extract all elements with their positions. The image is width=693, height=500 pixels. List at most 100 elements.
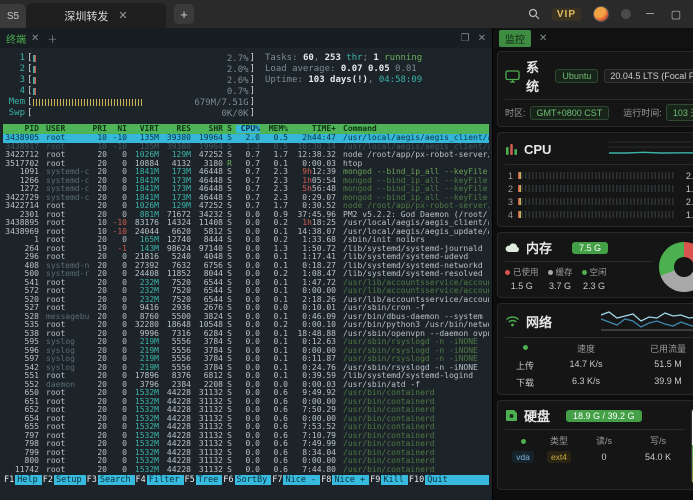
- process-row[interactable]: 3438905 root 10 -10 135M 39380 19964 S 2.0 0.5 2h4…: [3, 134, 489, 143]
- tab-monitor[interactable]: 监控: [499, 29, 531, 47]
- column-header[interactable]: VIRT: [129, 125, 159, 134]
- column-header[interactable]: Command: [338, 125, 489, 134]
- fkey[interactable]: F1: [3, 475, 15, 485]
- avatar[interactable]: [593, 6, 609, 22]
- process-row[interactable]: 651 root 20 0 1532M 44228 31132 S 0.0 0.6 0:00.00/…: [3, 398, 489, 407]
- disk-col-type: 类型: [549, 436, 568, 446]
- column-header[interactable]: PID: [3, 125, 39, 134]
- new-session-button[interactable]: +: [174, 4, 194, 24]
- fkey[interactable]: F5: [184, 475, 196, 485]
- column-header[interactable]: CPU%: [236, 124, 260, 134]
- new-terminal-icon[interactable]: ＋: [47, 31, 57, 46]
- fkey-label[interactable]: Tree: [195, 475, 223, 485]
- process-row[interactable]: 3438969 root 10 -10 24044 6620 5812 S 0.0 0.1 14:3…: [3, 228, 489, 237]
- process-table-header[interactable]: PID USER PRI NI VIRT RES SHR S CPU% MEM% TIME+ Comm…: [3, 124, 489, 134]
- process-row[interactable]: 408 systemd-n 20 0 27392 7632 6756 S 0.0 0.1 0:18.…: [3, 262, 489, 271]
- minimize-icon[interactable]: ─: [643, 8, 657, 20]
- fkey-label[interactable]: Search: [97, 475, 135, 485]
- process-row[interactable]: 596 syslog 20 0 219M 5556 3784 S 0.0 0.1 0:00.00/u…: [3, 347, 489, 356]
- process-row[interactable]: 11742 root 20 0 1532M 44228 31132 S 0.0 0.6 7:44.8…: [3, 466, 489, 475]
- process-row[interactable]: 264 root 19 -1 143M 98624 97140 S 0.0 1.3 1:50.72/…: [3, 245, 489, 254]
- process-row[interactable]: 800 root 20 0 1532M 44228 31132 S 0.0 0.6 0:00.00/…: [3, 457, 489, 466]
- close-session-tab-icon[interactable]: ✕: [118, 9, 127, 22]
- fkey[interactable]: F4: [135, 475, 147, 485]
- process-row[interactable]: 541 root 20 0 232M 7520 6544 S 0.0 0.1 1:47.72/usr…: [3, 279, 489, 288]
- search-icon[interactable]: [528, 8, 540, 20]
- process-row[interactable]: 1272 systemd-c 20 0 1841M 173M 46448 S 0.7 2.3 5h5…: [3, 185, 489, 194]
- process-row[interactable]: 528 messagebu 20 0 8760 5500 3824 S 0.0 0.1 0:46.0…: [3, 313, 489, 322]
- process-row[interactable]: 538 root 20 0 9996 7316 6284 S 0.0 0.1 18:48.88/us…: [3, 330, 489, 339]
- process-row[interactable]: 597 syslog 20 0 219M 5556 3784 S 0.0 0.1 0:11.87/u…: [3, 355, 489, 364]
- process-row[interactable]: 798 root 20 0 1532M 44228 31132 S 0.0 0.6 7:49.99/…: [3, 440, 489, 449]
- process-row[interactable]: 296 root 20 0 21816 5240 4048 S 0.0 0.1 1:17.41/li…: [3, 253, 489, 262]
- terminal-screen[interactable]: 1[2.7%] 2[2.0%] 3[2.6%] 4[0.7%] Mem[ 679M/7…: [0, 48, 492, 500]
- network-card: 网络 速度 已用流量 上传 14.7 K/s 51.5 M 下载 6.3 K/s 39.9 M: [497, 303, 693, 395]
- process-row[interactable]: 595 syslog 20 0 219M 5556 3784 S 0.0 0.1 0:12.63/u…: [3, 338, 489, 347]
- fkey[interactable]: F6: [222, 475, 234, 485]
- process-row[interactable]: 500 systemd-r 20 0 24408 11852 8044 S 0.0 0.2 1:08…: [3, 270, 489, 279]
- column-header[interactable]: TIME+: [290, 125, 336, 134]
- vip-badge[interactable]: VIP: [551, 7, 581, 21]
- process-row[interactable]: 1091 systemd-c 20 0 1841M 173M 46448 S 0.7 2.3 9h1…: [3, 168, 489, 177]
- column-header[interactable]: RES: [161, 125, 191, 134]
- memory-legend-item: 空闲 2.3 G: [581, 267, 607, 291]
- fkey-label[interactable]: Nice +: [332, 475, 370, 485]
- process-row[interactable]: 1266 systemd-c 20 0 1841M 173M 46448 S 0.7 2.3 1h0…: [3, 177, 489, 186]
- process-row[interactable]: 1 root 20 0 165M 12740 8444 S 0.0 0.2 1:33.68/sbin…: [3, 236, 489, 245]
- process-row[interactable]: 3422729 systemd-c 20 0 1841M 173M 46448 S 0.7 2.3…: [3, 194, 489, 203]
- close-terminal-tab-icon[interactable]: ✕: [31, 33, 39, 44]
- disk-device-badge: vda: [512, 451, 534, 463]
- fkey[interactable]: F7: [271, 475, 283, 485]
- process-row[interactable]: 3422712 root 20 0 1026M 129M 47252 S 0.7 1.7 12:38…: [3, 151, 489, 160]
- column-header[interactable]: SHR: [193, 125, 223, 134]
- notification-icon[interactable]: [621, 9, 631, 19]
- process-row[interactable]: 572 root 20 0 232M 7520 6544 S 0.0 0.1 0:00.00/usr…: [3, 287, 489, 296]
- process-row[interactable]: 655 root 20 0 1532M 44228 31132 S 0.0 0.6 7:53.52/…: [3, 423, 489, 432]
- cpu-core-row: 41.0 %: [507, 209, 693, 220]
- fkey-label[interactable]: Nice -: [283, 475, 321, 485]
- process-row[interactable]: 551 root 20 0 17896 8376 6812 S 0.0 0.1 0:39.59/li…: [3, 372, 489, 381]
- process-row[interactable]: 799 root 20 0 1532M 44228 31132 S 0.0 0.6 8:34.04/…: [3, 449, 489, 458]
- uptime-line: Uptime: 103 days(!), 04:58:09: [265, 75, 423, 85]
- column-header[interactable]: MEM%: [262, 125, 288, 134]
- session-tab-active[interactable]: 深圳转发 ✕: [26, 3, 166, 28]
- fkey-label[interactable]: Quit: [425, 475, 452, 485]
- fkey-label[interactable]: Help: [15, 475, 42, 485]
- close-pane-icon[interactable]: ✕: [478, 33, 486, 44]
- fkey[interactable]: F3: [86, 475, 98, 485]
- process-row[interactable]: 552 daemon 20 0 3796 2384 2208 S 0.0 0.0 0:00.03/u…: [3, 381, 489, 390]
- session-tab-partial[interactable]: S5: [0, 4, 26, 28]
- cpu-sparkline: [608, 138, 693, 160]
- tab-terminal[interactable]: 终端 ✕: [6, 31, 39, 46]
- process-row[interactable]: 797 root 20 0 1532M 44228 31132 S 0.0 0.6 7:10.79/…: [3, 432, 489, 441]
- process-row[interactable]: 3422714 root 20 0 1026M 129M 47252 S 0.7 1.7 0:30.…: [3, 202, 489, 211]
- process-row[interactable]: 650 root 20 0 1532M 44228 31132 S 0.0 0.6 9:49.92/…: [3, 389, 489, 398]
- process-row[interactable]: 542 syslog 20 0 219M 5556 3784 S 0.0 0.1 0:24.76/u…: [3, 364, 489, 373]
- fkey[interactable]: F2: [42, 475, 54, 485]
- wifi-icon: [505, 315, 520, 327]
- fkey[interactable]: F9: [369, 475, 381, 485]
- process-row[interactable]: 527 root 20 0 9416 2936 2676 S 0.0 0.0 0:10.01/usr…: [3, 304, 489, 313]
- close-monitor-tab-icon[interactable]: ✕: [539, 33, 547, 44]
- fkey-label[interactable]: Filter: [146, 475, 184, 485]
- process-row[interactable]: 3517702 root 20 0 10884 4132 3180 R 0.7 0.1 0:00.0…: [3, 160, 489, 169]
- fkey-label[interactable]: Setup: [53, 475, 86, 485]
- column-header[interactable]: NI: [109, 125, 127, 134]
- htop-core-meter: 3[2.6%]: [19, 75, 255, 86]
- fkey[interactable]: F10: [408, 475, 425, 485]
- column-header[interactable]: PRI: [91, 125, 107, 134]
- process-row[interactable]: 654 root 20 0 1532M 44228 31132 S 0.0 0.6 0:00.00/…: [3, 415, 489, 424]
- process-row[interactable]: 3438895 root 10 -10 83176 14324 11408 S 0.0 0.2 1h…: [3, 219, 489, 228]
- column-header[interactable]: S: [225, 125, 234, 134]
- column-header[interactable]: USER: [41, 125, 89, 134]
- fkey-label[interactable]: Kill: [381, 475, 408, 485]
- fkey-label[interactable]: SortBy: [234, 475, 272, 485]
- process-row[interactable]: 2301 root 20 0 881M 71672 34232 S 0.0 0.9 37:45.96…: [3, 211, 489, 220]
- process-row[interactable]: 3438917 root 10 -10 135M 39380 19964 S 1.3 0.5 16:…: [3, 143, 489, 152]
- process-row[interactable]: 520 root 20 0 232M 7520 6544 S 0.0 0.1 2:18.26/usr…: [3, 296, 489, 305]
- maximize-icon[interactable]: ▢: [669, 8, 683, 21]
- process-row[interactable]: 652 root 20 0 1532M 44228 31132 S 0.0 0.6 7:50.29/…: [3, 406, 489, 415]
- process-row[interactable]: 535 root 20 0 32280 18648 10548 S 0.0 0.2 0:00.10/…: [3, 321, 489, 330]
- fkey[interactable]: F8: [320, 475, 332, 485]
- detach-icon[interactable]: ❐: [461, 33, 470, 44]
